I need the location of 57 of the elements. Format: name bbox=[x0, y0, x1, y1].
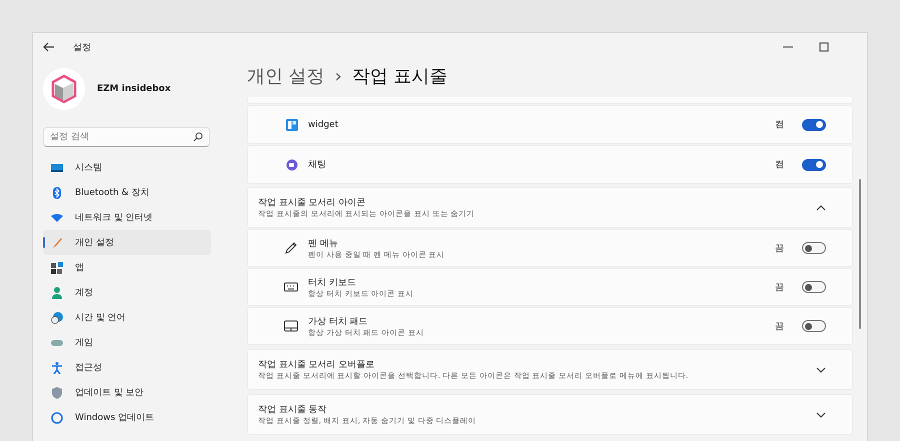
accessibility-icon bbox=[51, 362, 63, 374]
setting-label: widget bbox=[308, 120, 338, 130]
maximize-icon[interactable] bbox=[819, 42, 829, 52]
setting-label: 펜 메뉴 bbox=[308, 238, 339, 250]
widget-icon bbox=[286, 118, 298, 130]
back-icon[interactable] bbox=[43, 42, 55, 52]
toggle-switch[interactable] bbox=[802, 242, 826, 254]
section-title: 작업 표시줄 모서리 오버플로 bbox=[258, 359, 376, 371]
apps-icon bbox=[51, 262, 63, 274]
breadcrumb-separator: › bbox=[334, 66, 342, 86]
page-title: 작업 표시줄 bbox=[352, 65, 448, 88]
shield-icon bbox=[51, 386, 63, 398]
section-title: 작업 표시줄 동작 bbox=[258, 404, 328, 416]
sidebar-item[interactable]: 시간 및 언어 bbox=[43, 305, 211, 330]
toggle-switch[interactable] bbox=[802, 118, 826, 130]
sidebar-item[interactable]: 네트워크 및 인터넷 bbox=[43, 205, 211, 230]
section-title: 작업 표시줄 모서리 아이콘 bbox=[258, 197, 367, 209]
setting-label: 터치 키보드 bbox=[308, 276, 357, 288]
keyboard-icon bbox=[284, 280, 298, 294]
bluetooth-icon bbox=[51, 186, 63, 198]
toggle-switch[interactable] bbox=[802, 158, 826, 170]
chevron-icon bbox=[816, 366, 826, 372]
wifi-icon bbox=[51, 212, 63, 224]
setting-label: 가상 터치 패드 bbox=[308, 316, 369, 328]
globe-clock-icon bbox=[51, 312, 63, 324]
search-icon bbox=[193, 132, 203, 142]
toggle-state-label: 끔 bbox=[775, 242, 784, 254]
toggle-state-label: 끔 bbox=[775, 320, 784, 332]
sidebar-item[interactable]: Bluetooth & 장치 bbox=[43, 180, 211, 205]
chevron-icon bbox=[816, 204, 826, 210]
chevron-icon bbox=[816, 412, 826, 418]
toggle-state-label: 끔 bbox=[775, 282, 784, 294]
account-name: EZM insidebox bbox=[97, 84, 171, 94]
scrollbar-thumb[interactable] bbox=[859, 179, 861, 329]
breadcrumb-link[interactable]: 개인 설정 bbox=[247, 64, 325, 88]
toggle-state-label: 켬 bbox=[775, 119, 784, 131]
search-field[interactable]: 설정 검색 bbox=[43, 127, 210, 147]
pen-icon bbox=[284, 241, 298, 255]
monitor-icon bbox=[51, 162, 63, 174]
sidebar-item[interactable]: 게임 bbox=[43, 330, 211, 355]
sidebar-item[interactable]: 시스템 bbox=[43, 155, 211, 180]
sidebar-item[interactable]: 앱 bbox=[43, 255, 211, 280]
touchpad-icon bbox=[284, 319, 298, 333]
brush-icon bbox=[51, 236, 63, 248]
toggle-switch[interactable] bbox=[802, 281, 826, 293]
sidebar-item[interactable]: 접근성 bbox=[43, 355, 211, 380]
person-icon bbox=[51, 286, 63, 298]
setting-label: 채팅 bbox=[308, 159, 326, 171]
toggle-switch[interactable] bbox=[802, 320, 826, 332]
sidebar-item[interactable]: 업데이트 및 보안 bbox=[43, 380, 211, 405]
chat-icon bbox=[286, 158, 298, 170]
avatar-icon bbox=[43, 68, 85, 110]
window-title: 설정 bbox=[73, 42, 91, 54]
toggle-state-label: 켬 bbox=[775, 159, 784, 171]
sidebar-item[interactable]: 개인 설정 bbox=[43, 230, 211, 255]
sidebar-item[interactable]: 계정 bbox=[43, 280, 211, 305]
sidebar-item[interactable]: Windows 업데이트 bbox=[43, 405, 211, 430]
